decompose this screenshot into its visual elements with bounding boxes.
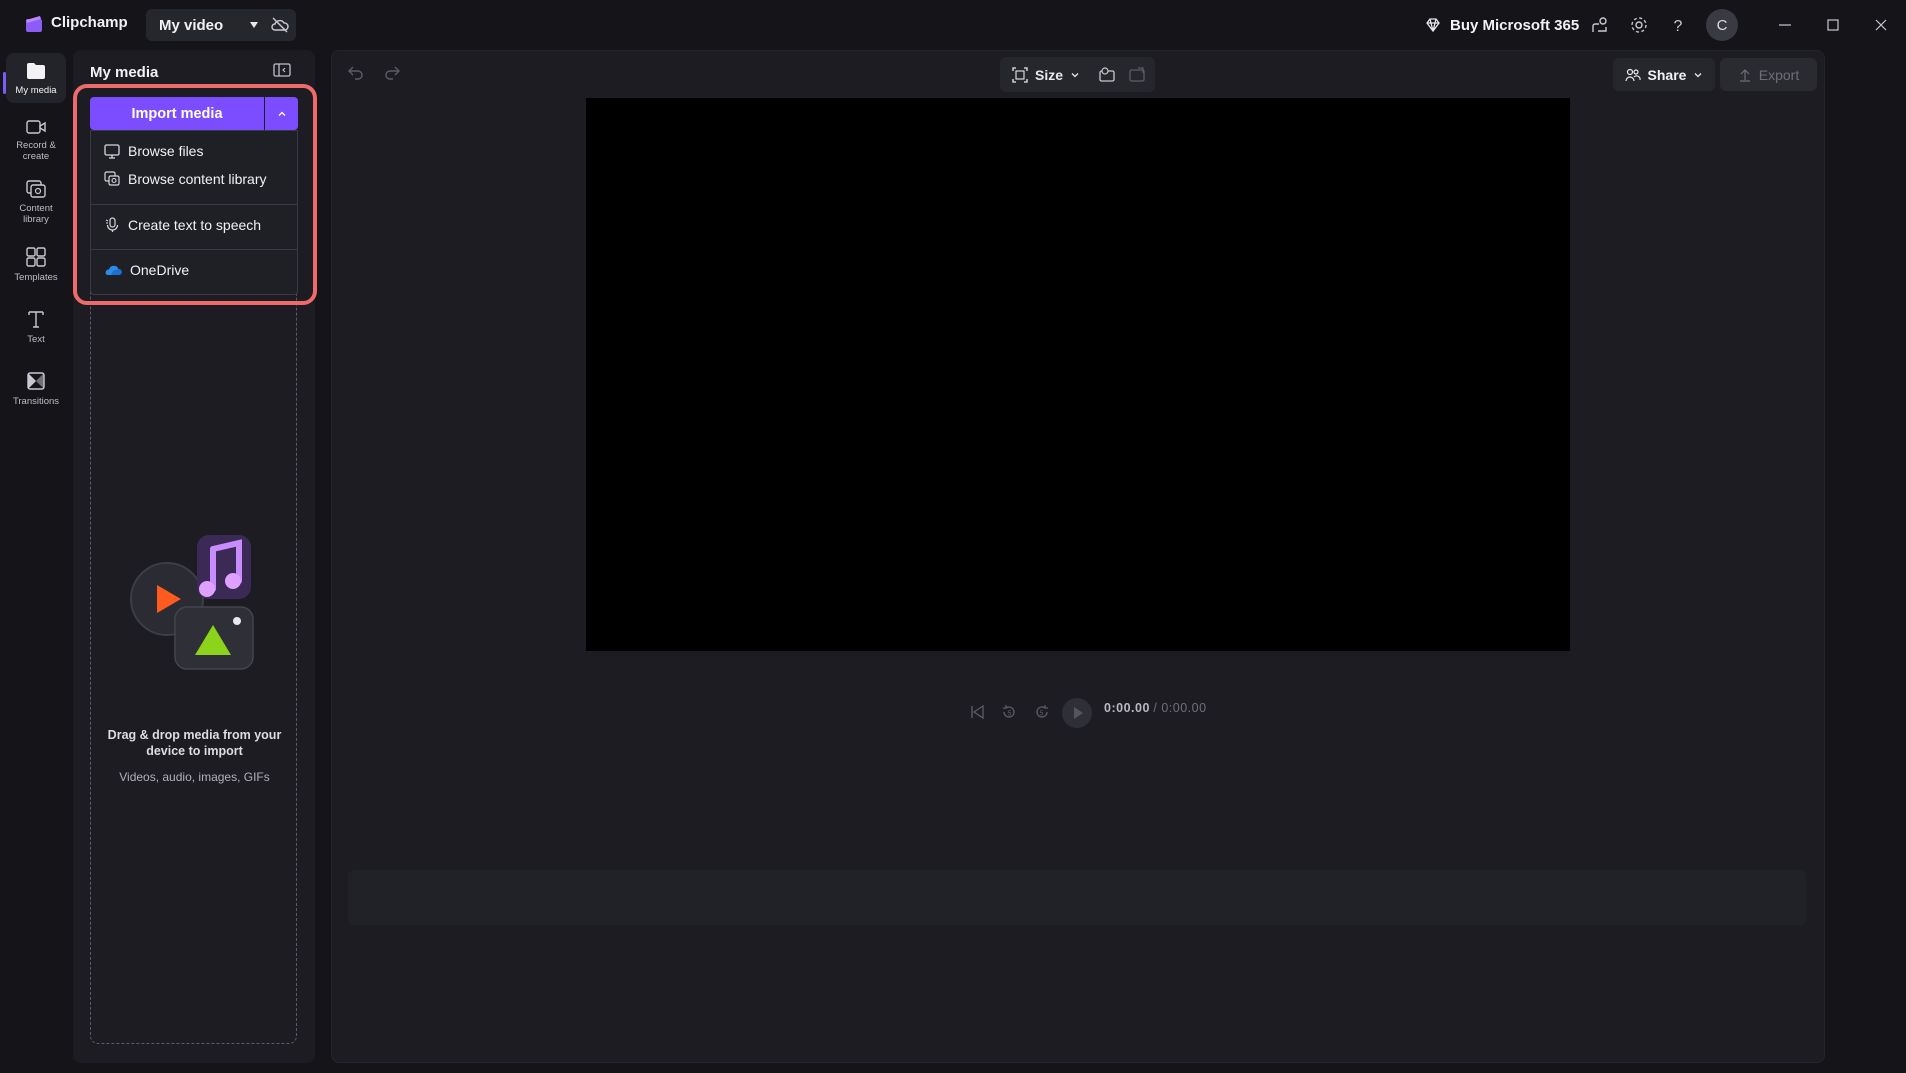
crop-fit-icon[interactable] bbox=[1128, 66, 1146, 84]
menu-divider bbox=[91, 204, 297, 205]
total-time: / 0:00.00 bbox=[1153, 701, 1207, 715]
dropzone-subtitle: Videos, audio, images, GIFs bbox=[119, 770, 270, 784]
size-label: Size bbox=[1035, 66, 1064, 83]
cloud-sync-off-icon[interactable] bbox=[264, 9, 296, 41]
aspect-ratio-icon bbox=[1012, 66, 1028, 83]
menu-divider bbox=[91, 249, 297, 250]
video-preview-canvas[interactable] bbox=[586, 98, 1570, 651]
buy-microsoft-365-button[interactable]: Buy Microsoft 365 bbox=[1424, 12, 1579, 38]
transitions-icon bbox=[25, 370, 47, 392]
onedrive-cloud-icon bbox=[104, 263, 122, 277]
rail-item-transitions[interactable]: Transitions bbox=[6, 370, 66, 410]
play-icon[interactable] bbox=[1061, 697, 1093, 729]
rail-item-my-media[interactable]: My media bbox=[6, 53, 66, 103]
project-name-label: My video bbox=[159, 16, 224, 34]
rail-item-label: Record & create bbox=[16, 140, 56, 162]
export-label: Export bbox=[1758, 66, 1800, 83]
upload-icon bbox=[1738, 68, 1752, 82]
caret-down-icon bbox=[248, 19, 260, 31]
skip-to-start-icon[interactable] bbox=[968, 703, 986, 721]
menu-item-label: Browse content library bbox=[128, 171, 267, 187]
svg-text:?: ? bbox=[1674, 18, 1683, 35]
rail-item-record-create[interactable]: Record & create bbox=[6, 118, 66, 166]
menu-item-browse-content-library[interactable]: Browse content library bbox=[91, 163, 297, 195]
video-camera-icon bbox=[25, 118, 47, 136]
svg-text:5: 5 bbox=[1040, 711, 1044, 718]
timeline-track[interactable] bbox=[348, 870, 1806, 925]
redo-icon[interactable] bbox=[383, 63, 401, 81]
size-dropdown[interactable]: Size bbox=[1012, 57, 1080, 92]
content-library-icon bbox=[104, 171, 120, 187]
media-illustration bbox=[127, 529, 263, 671]
current-time: 0:00.00 bbox=[1104, 701, 1150, 715]
minimize-icon[interactable] bbox=[1775, 15, 1795, 35]
user-avatar[interactable]: C bbox=[1706, 9, 1738, 41]
svg-text:5: 5 bbox=[1008, 711, 1012, 718]
maximize-icon[interactable] bbox=[1823, 15, 1843, 35]
menu-item-label: OneDrive bbox=[130, 262, 190, 278]
import-options-toggle[interactable] bbox=[265, 97, 298, 130]
import-media-button[interactable]: Import media bbox=[90, 97, 264, 130]
settings-gear-icon[interactable] bbox=[1629, 15, 1649, 35]
forward-5-seconds-icon[interactable]: 5 bbox=[1033, 703, 1051, 721]
rail-item-content-library[interactable]: Content library bbox=[6, 179, 66, 227]
import-media-menu: Browse files Browse content library Crea… bbox=[90, 130, 298, 295]
clipchamp-logo-icon bbox=[24, 14, 44, 34]
rail-item-label: My media bbox=[15, 85, 57, 96]
dropzone-title: Drag & drop media from your device to im… bbox=[107, 728, 282, 758]
rewind-5-seconds-icon[interactable]: 5 bbox=[1000, 703, 1018, 721]
media-panel-title: My media bbox=[90, 64, 159, 81]
undo-icon[interactable] bbox=[347, 63, 365, 81]
playback-time: 0:00.00 / 0:00.00 bbox=[1104, 701, 1207, 715]
collapse-panel-icon[interactable] bbox=[273, 62, 291, 78]
chevron-up-icon bbox=[276, 108, 288, 120]
background-color-icon[interactable] bbox=[1098, 66, 1116, 84]
rail-item-label: Transitions bbox=[12, 396, 60, 407]
menu-item-create-text-to-speech[interactable]: Create text to speech bbox=[91, 209, 297, 241]
export-button[interactable]: Export bbox=[1720, 58, 1817, 91]
rail-item-text[interactable]: Text bbox=[6, 308, 66, 348]
help-icon[interactable]: ? bbox=[1668, 15, 1688, 35]
title-bar: Clipchamp My video Buy Microsoft 365 ? C bbox=[0, 0, 1906, 50]
content-library-icon bbox=[25, 179, 47, 199]
menu-item-label: Create text to speech bbox=[128, 217, 262, 233]
diamond-icon bbox=[1424, 16, 1442, 34]
app-name: Clipchamp bbox=[51, 14, 128, 31]
share-button[interactable]: Share bbox=[1613, 58, 1715, 91]
share-label: Share bbox=[1647, 66, 1687, 83]
menu-item-label: Browse files bbox=[128, 143, 204, 159]
text-icon bbox=[25, 308, 47, 330]
people-icon bbox=[1624, 68, 1641, 82]
canvas-tools-group: Size bbox=[1000, 57, 1155, 92]
rail-item-label: Templates bbox=[14, 272, 58, 283]
chevron-down-icon bbox=[1070, 70, 1080, 80]
media-dropzone[interactable]: Drag & drop media from your device to im… bbox=[90, 178, 297, 1044]
share-feedback-icon[interactable] bbox=[1590, 15, 1610, 35]
templates-icon bbox=[25, 246, 47, 268]
rail-item-label: Text bbox=[27, 334, 45, 345]
buy-microsoft-365-label: Buy Microsoft 365 bbox=[1450, 16, 1580, 34]
chevron-down-icon bbox=[1693, 70, 1703, 80]
rail-item-templates[interactable]: Templates bbox=[6, 246, 66, 286]
project-name-dropdown[interactable]: My video bbox=[146, 9, 274, 41]
menu-item-onedrive[interactable]: OneDrive bbox=[91, 254, 297, 286]
folder-icon bbox=[25, 61, 47, 81]
microphone-icon bbox=[104, 217, 120, 233]
monitor-icon bbox=[104, 143, 120, 159]
close-icon[interactable] bbox=[1871, 15, 1891, 35]
rail-item-label: Content library bbox=[19, 203, 53, 225]
